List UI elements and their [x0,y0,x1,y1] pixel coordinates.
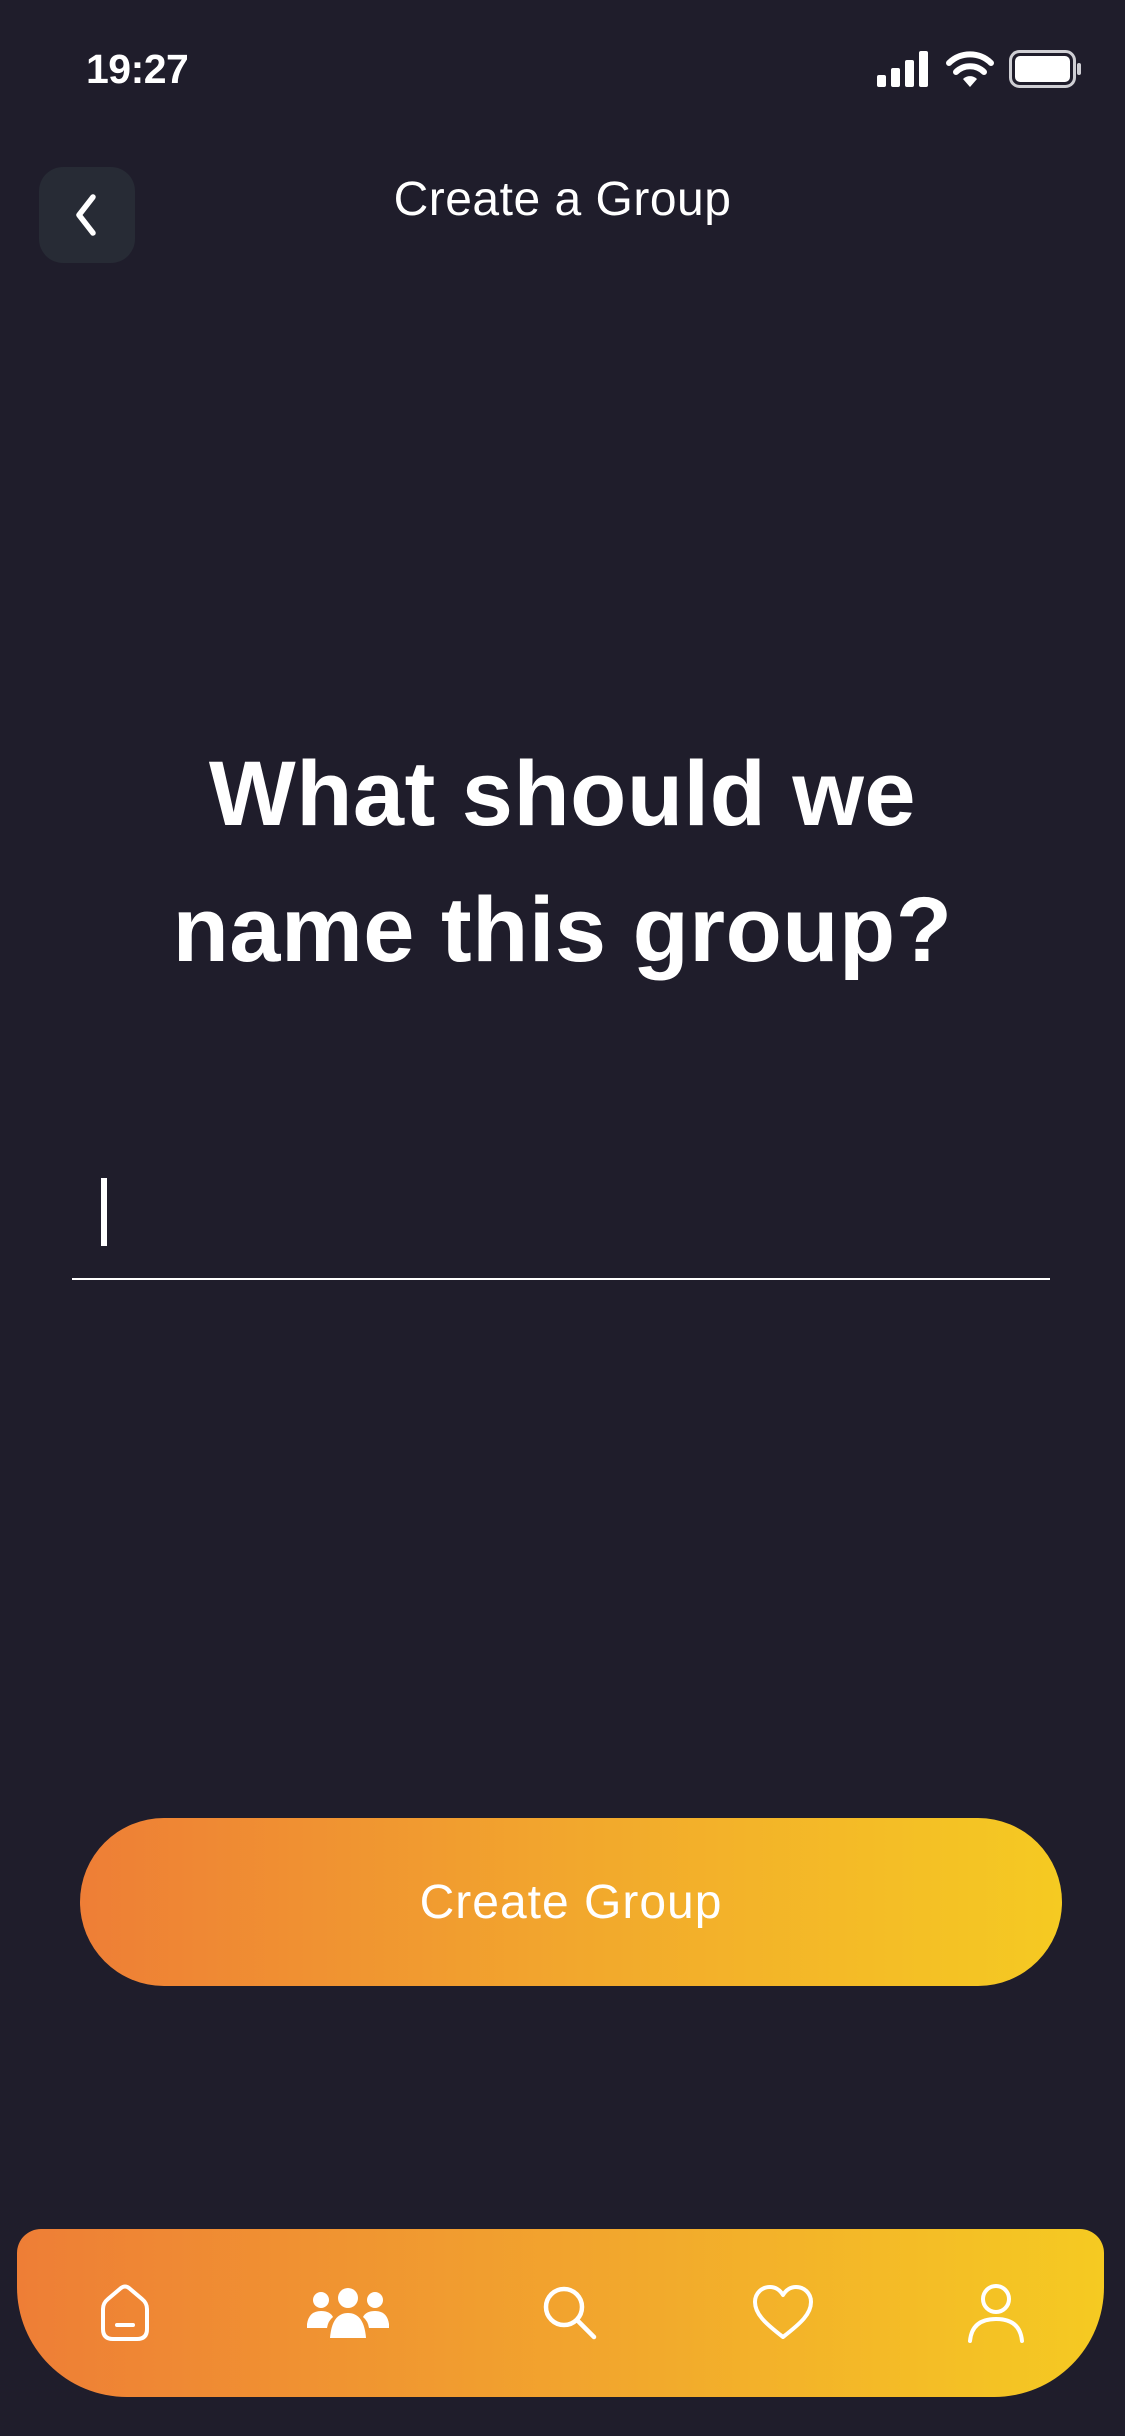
group-name-input[interactable] [72,1150,1050,1280]
nav-home[interactable] [65,2229,185,2397]
create-group-button[interactable]: Create Group [80,1818,1062,1986]
page-title: Create a Group [393,173,732,226]
groups-icon [307,2288,389,2338]
signal-icon [877,51,928,87]
nav-favorites[interactable] [723,2229,843,2397]
wifi-icon [946,51,994,87]
home-icon [101,2284,149,2341]
bottom-nav [17,2229,1104,2397]
profile-icon [968,2284,1024,2343]
heart-icon [753,2285,813,2339]
nav-groups[interactable] [288,2229,408,2397]
battery-icon [1009,50,1081,88]
create-group-button-label: Create Group [419,1875,723,1929]
status-icons [877,50,1083,88]
group-name-question: What should we name this group? [172,743,953,981]
search-icon [543,2286,597,2340]
nav-search[interactable] [510,2229,630,2397]
nav-profile[interactable] [936,2229,1056,2397]
text-caret [101,1178,107,1246]
status-time: 19:27 [86,46,189,92]
